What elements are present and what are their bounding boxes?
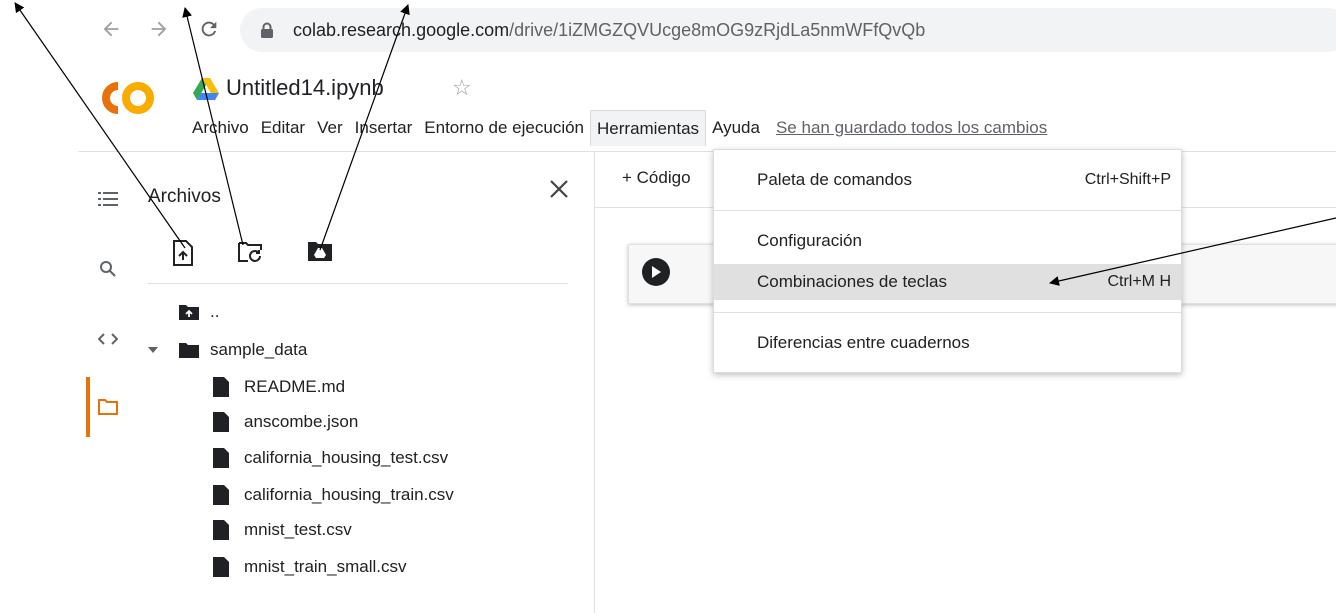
tree-label: california_housing_train.csv (244, 485, 454, 504)
tree-label: mnist_test.csv (244, 520, 352, 539)
menu-item-shortcut: Ctrl+Shift+P (1084, 171, 1171, 188)
menu-ayuda[interactable]: Ayuda (706, 110, 766, 146)
tree-label: README.md (244, 377, 346, 396)
tree-file-row[interactable]: california_housing_test.csv (212, 444, 448, 472)
tree-label: mnist_train_small.csv (244, 557, 407, 576)
menu-editar[interactable]: Editar (255, 110, 311, 146)
mount-drive-icon[interactable] (307, 240, 332, 266)
tree-label: .. (210, 302, 220, 321)
menu-item-paleta-de-comandos[interactable]: Paleta de comandos Ctrl+Shift+P (714, 162, 1181, 198)
tree-parent-folder[interactable]: .. (178, 298, 219, 326)
file-icon (213, 377, 229, 397)
tree-label: california_housing_test.csv (244, 448, 449, 467)
tree-folder-sample-data[interactable]: sample_data (146, 336, 307, 364)
file-icon (213, 485, 229, 505)
tree-label: sample_data (210, 340, 308, 359)
add-code-button[interactable]: + Código (622, 168, 691, 188)
file-icon (213, 412, 229, 432)
menu-item-label: Combinaciones de teclas (757, 272, 947, 291)
menu-item-label: Diferencias entre cuadernos (757, 333, 970, 352)
back-arrow-icon[interactable] (98, 14, 124, 44)
save-status-link[interactable]: Se han guardado todos los cambios (776, 118, 1047, 138)
file-icon (213, 557, 229, 577)
menu-insertar[interactable]: Insertar (349, 110, 419, 146)
tools-dropdown-menu: Paleta de comandos Ctrl+Shift+P Configur… (713, 149, 1182, 373)
url-path: /drive/1iZMGZQVUcge8mOG9zRjdLa5nmWFfQvQb (509, 20, 926, 40)
lock-icon (260, 22, 274, 43)
notebook-title[interactable]: Untitled14.ipynb (226, 73, 384, 103)
menu-ver[interactable]: Ver (311, 110, 349, 146)
reload-icon[interactable] (196, 14, 222, 44)
panel-divider (148, 283, 568, 284)
menu-separator (714, 312, 1181, 313)
forward-arrow-icon[interactable] (146, 14, 172, 44)
menu-item-label: Configuración (757, 231, 862, 250)
file-icon (213, 520, 229, 540)
close-icon[interactable] (546, 176, 572, 207)
url-text: colab.research.google.com/drive/1iZMGZQV… (293, 18, 925, 42)
google-drive-icon (193, 78, 219, 105)
code-snippets-icon[interactable] (95, 326, 121, 352)
upload-file-icon[interactable] (172, 240, 196, 266)
tree-file-row[interactable]: mnist_test.csv (212, 516, 352, 544)
star-icon[interactable]: ☆ (452, 75, 472, 101)
search-icon[interactable] (95, 256, 121, 282)
chevron-down-icon[interactable] (146, 345, 160, 355)
tree-label: anscombe.json (244, 412, 359, 431)
menu-item-shortcut: Ctrl+M H (1107, 273, 1171, 290)
tree-file-row[interactable]: README.md (212, 373, 345, 401)
menu-entorno-de-ejecucion[interactable]: Entorno de ejecución (418, 110, 590, 146)
folder-icon[interactable] (95, 394, 121, 420)
tree-file-row[interactable]: anscombe.json (212, 408, 358, 436)
run-cell-button[interactable] (642, 258, 670, 286)
menu-item-diferencias-entre-cuadernos[interactable]: Diferencias entre cuadernos (714, 325, 1181, 361)
panel-title: Archivos (148, 186, 221, 207)
menu-item-combinaciones-de-teclas[interactable]: Combinaciones de teclas Ctrl+M H (714, 264, 1181, 300)
tree-file-row[interactable]: mnist_train_small.csv (212, 553, 407, 581)
file-icon (213, 448, 229, 468)
menu-item-configuracion[interactable]: Configuración (714, 223, 1181, 259)
refresh-folder-icon[interactable] (237, 240, 262, 266)
menu-separator (714, 210, 1181, 211)
colab-logo[interactable] (100, 80, 156, 121)
menu-item-label: Paleta de comandos (757, 170, 912, 189)
menu-herramientas[interactable]: Herramientas (590, 110, 707, 146)
tree-file-row[interactable]: california_housing_train.csv (212, 481, 454, 509)
parent-folder-icon (179, 305, 199, 320)
browser-toolbar: colab.research.google.com/drive/1iZMGZQV… (0, 0, 1336, 62)
play-icon (652, 266, 661, 278)
panel-vertical-divider (594, 152, 595, 613)
menu-archivo[interactable]: Archivo (186, 110, 255, 146)
folder-icon (179, 343, 199, 358)
url-host: colab.research.google.com (293, 20, 510, 40)
active-rail-indicator (86, 377, 90, 437)
menu-bar: Archivo Editar Ver Insertar Entorno de e… (186, 110, 1047, 146)
address-bar[interactable]: colab.research.google.com/drive/1iZMGZQV… (240, 8, 1336, 52)
table-of-contents-icon[interactable] (95, 186, 121, 212)
